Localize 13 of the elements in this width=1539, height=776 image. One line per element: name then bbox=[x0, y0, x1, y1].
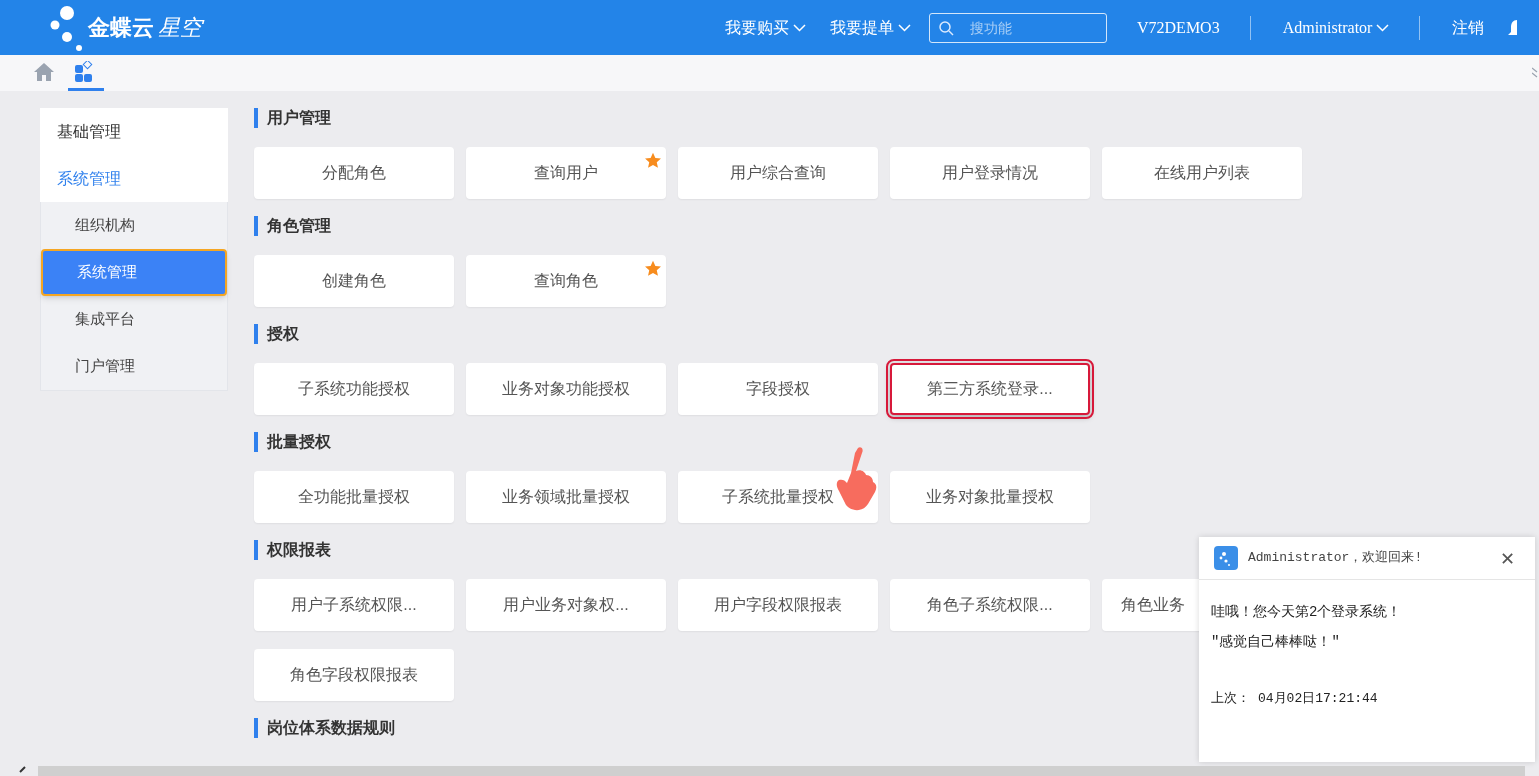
last-login-label: 上次： bbox=[1211, 690, 1250, 708]
notification-title: Administrator，欢迎回来! bbox=[1248, 549, 1424, 568]
notification-message: ″感觉自己棒棒哒！″ bbox=[1211, 633, 1341, 652]
section-title: 角色管理 bbox=[267, 216, 331, 236]
tenant-name: V72DEMO3 bbox=[1137, 17, 1220, 38]
notification-message: 哇哦！您今天第2个登录系统！ bbox=[1211, 603, 1403, 622]
section-title: 用户管理 bbox=[267, 108, 331, 128]
logo-text: 金蝶云 bbox=[88, 14, 154, 42]
section-title: 岗位体系数据规则 bbox=[267, 718, 395, 738]
section-title: 权限报表 bbox=[267, 540, 331, 560]
last-login-time: 04月02日17:21:44 bbox=[1258, 690, 1378, 708]
section-title: 批量授权 bbox=[267, 432, 331, 452]
section-title: 授权 bbox=[267, 324, 299, 344]
